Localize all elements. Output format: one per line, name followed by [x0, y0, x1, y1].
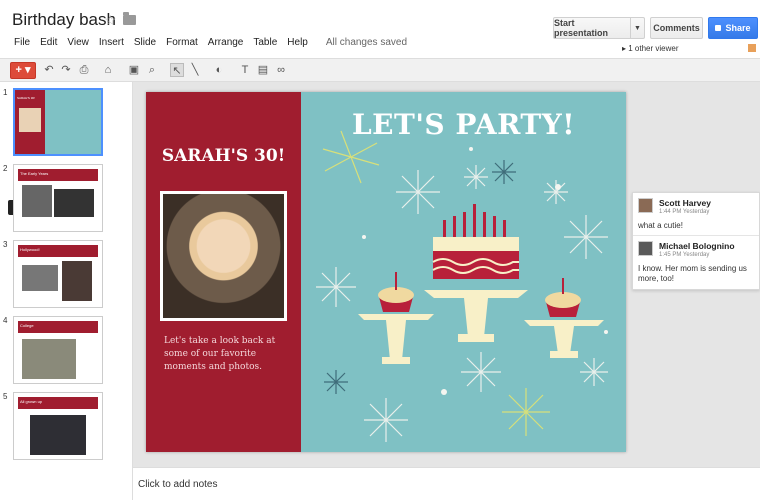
save-status: All changes saved	[325, 37, 408, 48]
cake-stand-large	[424, 204, 528, 342]
slide-thumbnail-5[interactable]: All grown up	[13, 392, 103, 460]
comment-text: what a cutie!	[638, 221, 683, 230]
slide-number: 1	[3, 88, 8, 97]
text-box-icon[interactable]: T	[238, 63, 252, 77]
yellow-firework-decorations	[322, 130, 550, 436]
image-icon[interactable]: ▤	[256, 63, 270, 77]
comment-time: 1:45 PM Yesterday	[659, 252, 710, 258]
star-icon[interactable]: ☆	[104, 12, 117, 29]
menu-edit[interactable]: Edit	[40, 37, 57, 48]
thumb-panel	[45, 90, 101, 154]
slide-caption[interactable]: Let's take a look back at some of our fa…	[164, 335, 292, 374]
toolbar: + ▾ ↶ ↷ ⎙ ⌂ ▣ ⌕ ↖ ╲ ◐ T ▤ ∞	[0, 58, 760, 82]
share-button[interactable]: Share	[708, 17, 758, 39]
slide-photo[interactable]	[160, 191, 287, 321]
menu-bar: File Edit View Insert Slide Format Arran…	[14, 37, 417, 48]
current-slide[interactable]: SARAH'S 30! Let's take a look back at so…	[146, 92, 626, 452]
slide-subtitle[interactable]: SARAH'S 30!	[146, 146, 301, 166]
viewer-text: 1 other viewer	[628, 44, 679, 53]
thumb-photo	[22, 185, 52, 217]
cake-stand-right	[524, 278, 604, 358]
header: Birthday bash ☆ File Edit View Insert Sl…	[0, 0, 760, 60]
plus-icon: + ▾	[15, 64, 31, 76]
slide-thumbnail-1[interactable]: SARAH'S 30!	[13, 88, 103, 156]
shape-icon[interactable]: ◐	[212, 63, 226, 77]
zoom-icon[interactable]: ⌕	[145, 63, 159, 77]
comment-time: 1:44 PM Yesterday	[659, 209, 710, 215]
speaker-notes[interactable]: Click to add notes	[133, 467, 760, 500]
menu-slide[interactable]: Slide	[134, 37, 156, 48]
comment-thread[interactable]: Scott Harvey 1:44 PM Yesterday what a cu…	[632, 192, 760, 290]
line-icon[interactable]: ╲	[188, 63, 202, 77]
thumb-photo	[62, 261, 92, 301]
slides-app: Birthday bash ☆ File Edit View Insert Sl…	[0, 0, 760, 500]
slide-number: 5	[3, 392, 8, 401]
slide-filmstrip: 1 SARAH'S 30! scott 2 The Early Years 3 …	[0, 82, 133, 500]
cake-stand-left	[358, 272, 434, 364]
start-presentation-button[interactable]: Start presentation	[553, 17, 631, 39]
thumb-title: The Early Years	[18, 169, 98, 181]
lock-icon	[715, 25, 722, 31]
viewer-indicator[interactable]: ▸ 1 other viewer	[622, 44, 679, 53]
print-icon[interactable]: ⎙	[77, 63, 91, 77]
menu-view[interactable]: View	[67, 37, 89, 48]
slide-title[interactable]: LET'S PARTY!	[301, 108, 626, 141]
select-icon[interactable]: ↖	[170, 63, 184, 77]
start-presentation-dropdown[interactable]: ▼	[630, 17, 645, 39]
menu-format[interactable]: Format	[166, 37, 198, 48]
thumb-title: College	[18, 321, 98, 333]
menu-insert[interactable]: Insert	[99, 37, 124, 48]
comment-text-continued: more, too!	[638, 274, 675, 283]
avatar	[638, 198, 653, 213]
thumb-title: Hollywood!	[18, 245, 98, 257]
thumb-photo	[19, 108, 41, 132]
comment-divider	[633, 235, 759, 236]
thumb-title: All grown up	[18, 397, 98, 409]
menu-help[interactable]: Help	[287, 37, 308, 48]
viewer-color-swatch	[748, 44, 756, 52]
comment-author: Scott Harvey	[659, 198, 711, 208]
notes-placeholder: Click to add notes	[138, 479, 218, 490]
thumb-photo	[30, 415, 86, 455]
thumb-title: SARAH'S 30!	[17, 96, 35, 100]
paint-format-icon[interactable]: ⌂	[101, 63, 115, 77]
comment-author: Michael Bolognino	[659, 241, 735, 251]
slide-number: 4	[3, 316, 8, 325]
comment-text: I know. Her mom is sending us	[638, 264, 747, 273]
chevron-down-icon: ▼	[634, 24, 641, 32]
undo-icon[interactable]: ↶	[42, 63, 56, 77]
thumb-photo	[22, 265, 58, 291]
slide-thumbnail-3[interactable]: Hollywood!	[13, 240, 103, 308]
folder-icon[interactable]	[123, 12, 136, 25]
slide-number: 2	[3, 164, 8, 173]
slide-thumbnail-4[interactable]: College	[13, 316, 103, 384]
avatar	[638, 241, 653, 256]
document-title[interactable]: Birthday bash	[12, 10, 116, 30]
new-slide-button[interactable]: + ▾	[10, 62, 36, 79]
thumb-photo	[22, 339, 76, 379]
slide-number: 3	[3, 240, 8, 249]
redo-icon[interactable]: ↷	[59, 63, 73, 77]
link-icon[interactable]: ∞	[274, 63, 288, 77]
menu-table[interactable]: Table	[253, 37, 277, 48]
menu-file[interactable]: File	[14, 37, 30, 48]
comments-button[interactable]: Comments	[650, 17, 703, 39]
thumb-photo	[54, 189, 94, 217]
slide-thumbnail-2[interactable]: The Early Years	[13, 164, 103, 232]
child-photo	[163, 194, 284, 318]
menu-arrange[interactable]: Arrange	[208, 37, 244, 48]
zoom-fit-icon[interactable]: ▣	[127, 63, 141, 77]
share-label: Share	[725, 23, 751, 33]
